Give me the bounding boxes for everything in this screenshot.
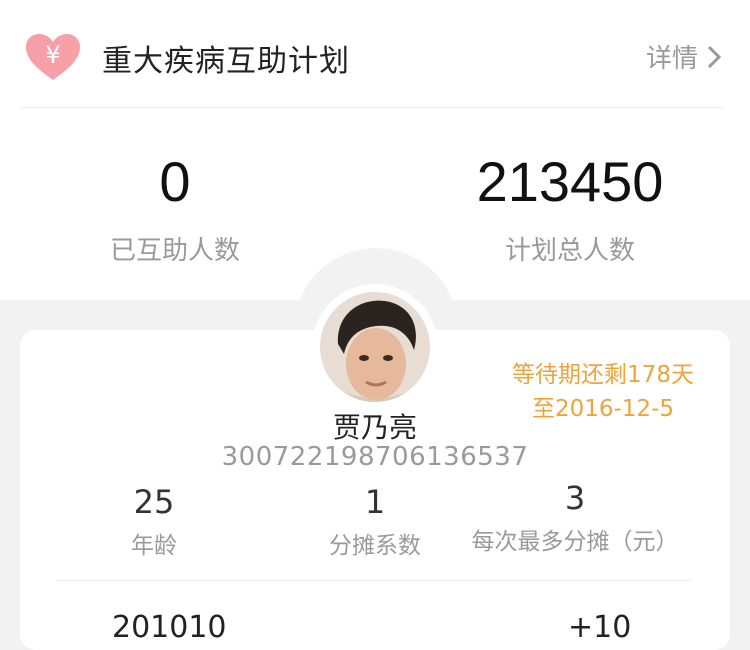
record-date-partial: 201010 <box>112 610 227 645</box>
member-id-number: 300722198706136537 <box>221 442 529 472</box>
age-label: 年龄 <box>131 533 177 559</box>
member-name: 贾乃亮 <box>332 411 417 444</box>
waiting-days-text: 等待期还剩178天 <box>512 362 694 388</box>
age-info: 25 年龄 <box>94 484 214 560</box>
card-divider <box>56 580 692 581</box>
record-amount-partial: +10 <box>568 610 632 645</box>
share-coefficient-label: 分摊系数 <box>329 533 421 559</box>
details-link[interactable]: 详情 <box>646 38 722 75</box>
heart-yen-icon: ¥ <box>26 34 80 80</box>
share-coefficient-value: 1 <box>364 483 386 521</box>
plan-title: 重大疾病互助计划 <box>102 44 350 79</box>
total-members-label: 计划总人数 <box>504 236 635 266</box>
helped-count-value: 0 <box>159 150 191 213</box>
plan-header: ¥ 重大疾病互助计划 详情 <box>22 0 722 108</box>
chevron-right-icon <box>707 45 722 68</box>
helped-count-stat: 0 已互助人数 <box>80 152 270 267</box>
max-share-value: 3 <box>564 479 586 517</box>
avatar-frame <box>312 284 438 410</box>
svg-text:¥: ¥ <box>45 41 60 69</box>
avatar-photo <box>320 292 430 402</box>
total-members-value: 213450 <box>476 150 664 213</box>
avatar[interactable] <box>320 292 430 402</box>
total-members-stat: 213450 计划总人数 <box>440 152 700 267</box>
max-share-info: 3 每次最多分摊（元） <box>470 480 680 556</box>
share-coefficient-info: 1 分摊系数 <box>300 484 450 560</box>
max-share-label: 每次最多分摊（元） <box>471 529 679 555</box>
details-label: 详情 <box>645 44 698 74</box>
age-value: 25 <box>133 483 175 521</box>
helped-count-label: 已互助人数 <box>109 236 240 266</box>
